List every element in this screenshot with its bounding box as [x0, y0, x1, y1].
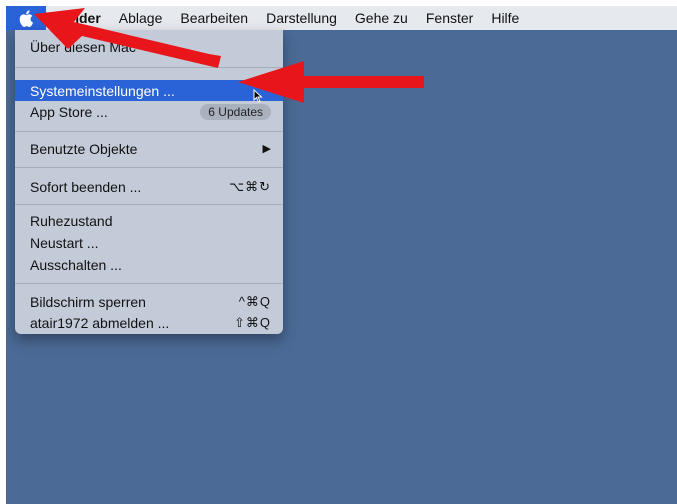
desktop: Finder Ablage Bearbeiten Darstellung Geh…: [6, 6, 677, 504]
annotation-arrows: [34, 8, 424, 103]
red-arrow-icon: [238, 61, 424, 103]
red-arrow-icon: [34, 8, 221, 68]
